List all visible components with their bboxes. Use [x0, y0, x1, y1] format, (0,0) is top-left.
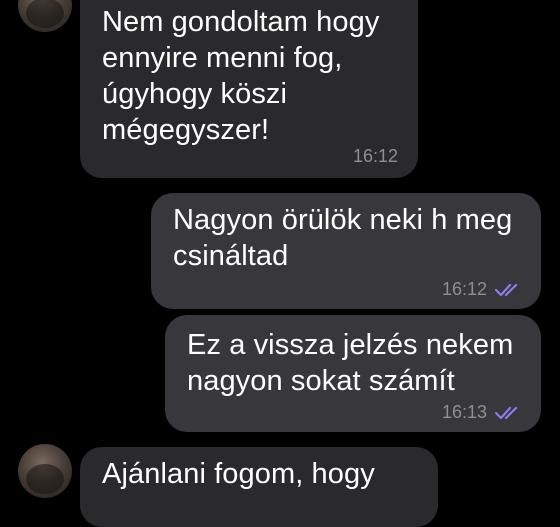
- message-bubble-outgoing[interactable]: Ez a vissza jelzés nekem nagyon sokat sz…: [165, 315, 541, 432]
- message-bubble-incoming[interactable]: Ajánlani fogom, hogy: [80, 447, 438, 527]
- message-text: Nem gondoltam hogy ennyire menni fog, úg…: [102, 6, 380, 146]
- message-meta: 16:12: [353, 146, 398, 167]
- message-bubble-incoming[interactable]: Nem gondoltam hogy ennyire menni fog, úg…: [80, 0, 418, 178]
- double-check-icon: [495, 282, 523, 298]
- message-meta: 16:13: [442, 402, 523, 423]
- message-text: Nagyon örülök neki h meg csináltad: [173, 204, 513, 272]
- contact-avatar[interactable]: [18, 0, 72, 32]
- message-meta: 16:12: [442, 279, 523, 300]
- double-check-icon: [495, 405, 523, 421]
- message-bubble-outgoing[interactable]: Nagyon örülök neki h meg csináltad 16:12: [151, 193, 541, 309]
- message-text: Ez a vissza jelzés nekem nagyon sokat sz…: [187, 329, 514, 397]
- message-timestamp: 16:12: [352, 146, 398, 166]
- message-timestamp: 16:13: [441, 402, 487, 422]
- message-text: Ajánlani fogom, hogy: [102, 458, 375, 490]
- message-timestamp: 16:12: [441, 279, 487, 299]
- contact-avatar[interactable]: [18, 444, 72, 498]
